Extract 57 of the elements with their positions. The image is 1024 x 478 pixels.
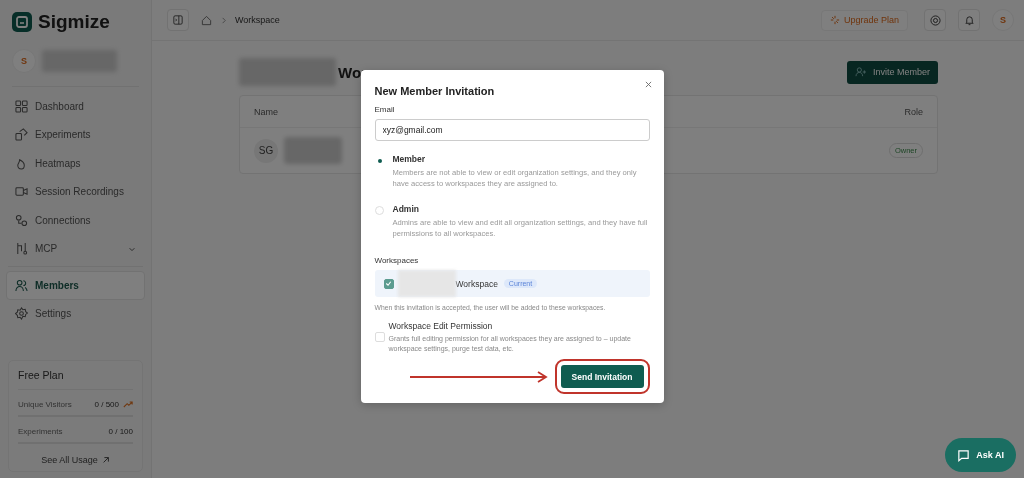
- column-header: Name: [254, 106, 278, 117]
- section-label: Workspaces: [374, 256, 420, 266]
- ask-ai-button[interactable]: Ask AI: [945, 438, 1016, 472]
- role-label: Member: [392, 153, 427, 164]
- field-label: Email: [374, 104, 396, 114]
- nav-item[interactable]: Heatmaps: [6, 149, 145, 178]
- email-field[interactable]: xyz@gmail.com: [374, 118, 650, 141]
- workspace-name: Workspace: [455, 278, 498, 289]
- add-user-icon: [854, 67, 867, 77]
- usage-label: Unique Visitors: [18, 400, 73, 409]
- nav-item[interactable]: Settings: [6, 299, 145, 328]
- permission-title: Workspace Edit Permission: [388, 321, 494, 332]
- see-all-usage-link[interactable]: See All Usage: [18, 455, 133, 465]
- nav-icon: [15, 213, 28, 227]
- usage-value: 0 / 500: [94, 400, 119, 409]
- help-button[interactable]: [924, 9, 946, 31]
- dialog-title: New Member Invitation: [374, 84, 496, 97]
- logo-text: Sigmize: [38, 11, 110, 33]
- nav-item[interactable]: Dashboard: [6, 92, 145, 121]
- member-avatar: SG: [254, 138, 278, 163]
- chat-icon: [957, 448, 971, 462]
- sidebar-icon: [173, 15, 183, 25]
- upgrade-plan-button[interactable]: Upgrade Plan: [820, 9, 908, 31]
- nav-icon: [15, 128, 28, 142]
- nav-item[interactable]: Connections: [6, 206, 145, 235]
- usage-value: 0 / 100: [108, 427, 133, 436]
- role-label: Admin: [392, 203, 420, 214]
- column-header: Role: [904, 106, 923, 117]
- account-avatar[interactable]: S: [12, 49, 36, 73]
- invite-member-button[interactable]: Invite Member: [846, 60, 938, 84]
- home-icon[interactable]: [201, 14, 212, 26]
- nav-icon: [15, 156, 28, 170]
- user-avatar[interactable]: S: [992, 9, 1014, 31]
- logo-icon: [12, 12, 32, 32]
- chevron-right-icon: [220, 16, 227, 24]
- notifications-button[interactable]: [958, 9, 980, 31]
- redacted-block: [397, 270, 456, 298]
- nav-icon: [15, 185, 28, 199]
- sparkle-icon: [829, 15, 840, 25]
- nav-item[interactable]: MCP: [6, 234, 145, 263]
- sidebar-toggle-button[interactable]: [167, 9, 189, 31]
- send-invitation-button[interactable]: Send Invitation: [560, 365, 644, 389]
- checkbox[interactable]: [383, 278, 394, 289]
- plan-title: Free Plan: [18, 369, 133, 390]
- help-icon: [929, 14, 941, 26]
- nav-icon: [15, 242, 28, 256]
- nav-icon: [15, 99, 28, 113]
- close-icon[interactable]: [644, 80, 652, 88]
- usage-label: Experiments: [18, 427, 64, 436]
- nav-icon: [15, 278, 28, 292]
- arrow-up-right-icon: [101, 456, 110, 464]
- breadcrumb[interactable]: Workspace: [235, 15, 280, 25]
- nav-item[interactable]: Session Recordings: [6, 177, 145, 206]
- nav-icon: [15, 307, 28, 321]
- nav-item[interactable]: Experiments: [6, 120, 145, 149]
- bell-icon: [963, 14, 975, 26]
- nav-item[interactable]: Members: [6, 271, 145, 300]
